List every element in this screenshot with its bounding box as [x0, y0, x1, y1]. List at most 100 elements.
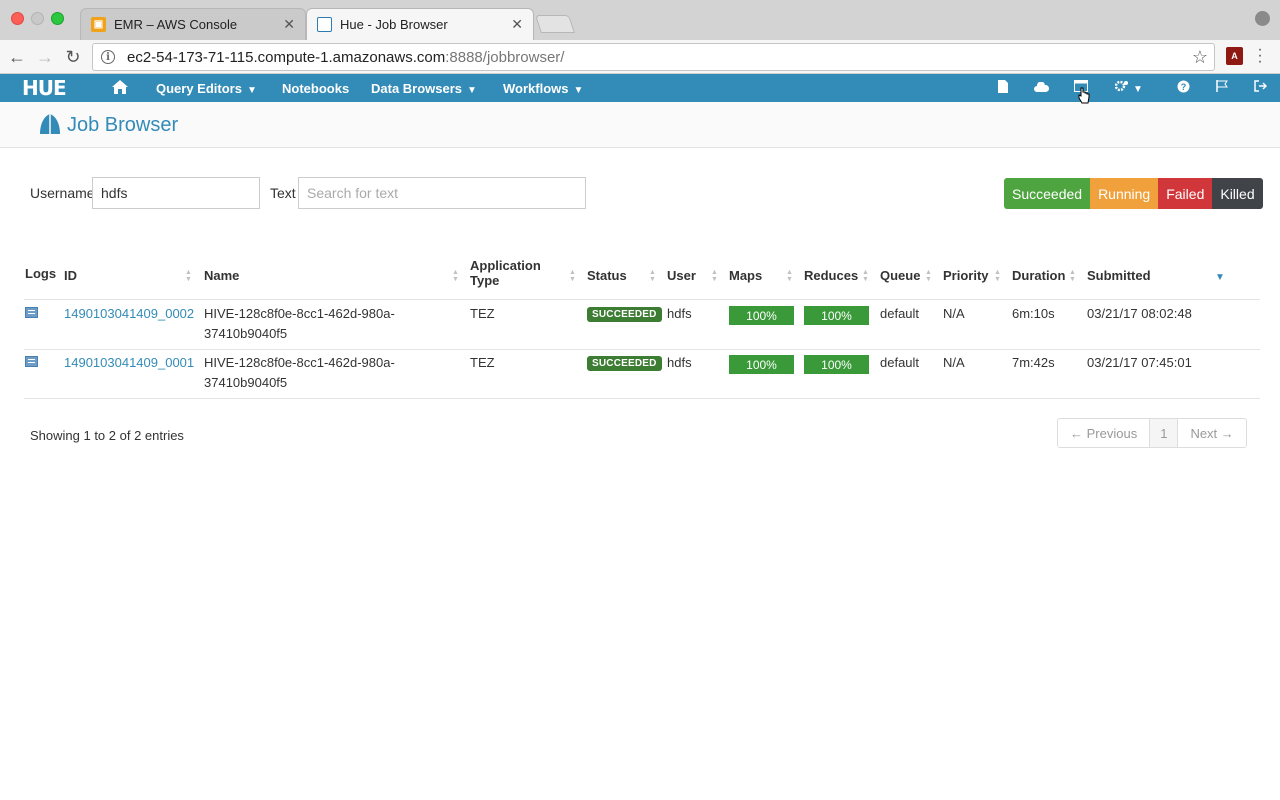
job-submitted: 03/21/17 08:02:48	[1087, 306, 1192, 321]
logout-icon[interactable]	[1252, 80, 1268, 95]
column-header-submitted[interactable]: Submitted	[1087, 268, 1151, 283]
text-search-input[interactable]: Search for text	[298, 177, 586, 209]
page-header: Job Browser	[0, 102, 1280, 148]
filter-succeeded-button[interactable]: Succeeded	[1004, 178, 1091, 209]
chevron-down-icon: ▼	[573, 85, 584, 96]
admin-gears-icon[interactable]: ▼	[1113, 80, 1145, 95]
sort-icon[interactable]: ▲ ▼	[711, 269, 718, 283]
sort-icon[interactable]: ▲ ▼	[185, 269, 192, 283]
username-label: Username	[30, 185, 95, 201]
browser-tab-hue[interactable]: H Hue - Job Browser ✕	[306, 8, 534, 40]
header-line: Type	[470, 273, 500, 288]
file-browser-icon[interactable]	[995, 80, 1011, 96]
minimize-window-button[interactable]	[31, 12, 44, 25]
sort-icon[interactable]: ▲ ▼	[452, 269, 459, 283]
page-number-button[interactable]: 1	[1149, 419, 1178, 447]
column-header-status[interactable]: Status	[587, 268, 627, 283]
next-page-button[interactable]: Next →	[1177, 419, 1246, 447]
maps-progress-bar: 100%	[729, 355, 794, 374]
help-icon[interactable]: ?	[1175, 80, 1191, 96]
column-header-queue[interactable]: Queue	[880, 268, 920, 283]
sort-icon[interactable]: ▲ ▼	[925, 269, 932, 283]
logs-icon[interactable]	[25, 307, 38, 318]
browser-tab-strip: ▣ EMR – AWS Console ✕ H Hue - Job Browse…	[0, 0, 1280, 40]
job-user: hdfs	[667, 306, 692, 321]
menu-data-browsers[interactable]: Data Browsers ▼	[371, 81, 477, 96]
column-header-app-type[interactable]: Application Type	[470, 258, 541, 288]
filter-failed-button[interactable]: Failed	[1158, 178, 1213, 209]
flag-icon[interactable]	[1214, 80, 1230, 95]
job-name: HIVE-128c8f0e-8cc1-462d-980a- 37410b9040f…	[204, 353, 395, 393]
close-tab-icon[interactable]: ✕	[283, 16, 295, 33]
job-id-link[interactable]: 1490103041409_0002	[64, 304, 194, 324]
reload-icon[interactable]: ↻	[62, 46, 84, 68]
search-placeholder: Search for text	[307, 185, 399, 201]
sort-descending-icon[interactable]: ▼	[1215, 272, 1225, 283]
hue-logo-icon: H	[317, 17, 332, 32]
job-name-line: 37410b9040f5	[204, 326, 288, 341]
previous-page-button[interactable]: ← Previous	[1058, 419, 1150, 447]
job-duration: 7m:42s	[1012, 355, 1055, 370]
column-header-reduces[interactable]: Reduces	[804, 268, 858, 283]
bookmark-star-icon[interactable]: ☆	[1192, 47, 1208, 68]
job-id-link[interactable]: 1490103041409_0001	[64, 353, 194, 373]
table-row: 1490103041409_0001 HIVE-128c8f0e-8cc1-46…	[24, 350, 1260, 399]
hue-logo[interactable]: HUE	[22, 78, 67, 98]
header-line: Application	[470, 258, 541, 273]
application-type: TEZ	[470, 306, 495, 321]
menu-query-editors[interactable]: Query Editors ▼	[156, 81, 257, 96]
profile-icon[interactable]	[1255, 11, 1270, 26]
job-browser-logo-icon	[38, 112, 62, 136]
zoom-window-button[interactable]	[51, 12, 64, 25]
url-path: :8888/jobbrowser/	[445, 48, 565, 66]
menu-label: Query Editors	[156, 81, 242, 96]
tab-title: Hue - Job Browser	[340, 17, 448, 32]
job-priority: N/A	[943, 355, 965, 370]
forward-arrow-icon[interactable]: →	[34, 46, 56, 68]
application-type: TEZ	[470, 355, 495, 370]
column-header-priority[interactable]: Priority	[943, 268, 989, 283]
entries-count: Showing 1 to 2 of 2 entries	[30, 428, 184, 443]
column-header-duration[interactable]: Duration	[1012, 268, 1065, 283]
logs-icon[interactable]	[25, 356, 38, 367]
info-icon[interactable]: i	[101, 50, 115, 64]
username-input[interactable]: hdfs	[92, 177, 260, 209]
home-icon[interactable]	[112, 80, 128, 99]
status-badge: SUCCEEDED	[587, 307, 662, 322]
sort-icon[interactable]: ▲ ▼	[862, 269, 869, 283]
sort-icon[interactable]: ▲ ▼	[649, 269, 656, 283]
pdf-extension-icon[interactable]: A	[1226, 47, 1243, 65]
job-name-line: 37410b9040f5	[204, 375, 288, 390]
filter-running-button[interactable]: Running	[1090, 178, 1159, 209]
back-arrow-icon[interactable]: ←	[6, 46, 28, 68]
tab-title: EMR – AWS Console	[114, 17, 238, 32]
job-duration: 6m:10s	[1012, 306, 1055, 321]
column-header-maps[interactable]: Maps	[729, 268, 762, 283]
menu-workflows[interactable]: Workflows ▼	[503, 81, 583, 96]
close-window-button[interactable]	[11, 12, 24, 25]
url-host: ec2-54-173-71-115.compute-1.amazonaws.co…	[127, 48, 446, 66]
job-name: HIVE-128c8f0e-8cc1-462d-980a- 37410b9040f…	[204, 304, 395, 344]
page-title: Job Browser	[67, 114, 179, 136]
new-tab-button[interactable]	[535, 15, 575, 33]
close-tab-icon[interactable]: ✕	[511, 16, 523, 33]
menu-label: Data Browsers	[371, 81, 463, 96]
column-header-logs: Logs	[25, 266, 57, 281]
job-user: hdfs	[667, 355, 692, 370]
browser-tab-emr[interactable]: ▣ EMR – AWS Console ✕	[80, 8, 306, 40]
sort-icon[interactable]: ▲ ▼	[1069, 269, 1076, 283]
sort-icon[interactable]: ▲ ▼	[786, 269, 793, 283]
filter-killed-button[interactable]: Killed	[1212, 178, 1263, 209]
column-header-user[interactable]: User	[667, 268, 696, 283]
browser-menu-icon[interactable]: · · ·	[1256, 42, 1264, 70]
job-queue: default	[880, 355, 920, 370]
column-header-name[interactable]: Name	[204, 268, 239, 283]
address-bar[interactable]: i ec2-54-173-71-115.compute-1.amazonaws.…	[92, 43, 1215, 71]
job-name-line: HIVE-128c8f0e-8cc1-462d-980a-	[204, 355, 395, 370]
cloud-icon[interactable]	[1033, 80, 1049, 95]
sort-icon[interactable]: ▲ ▼	[994, 269, 1001, 283]
menu-notebooks[interactable]: Notebooks	[282, 81, 349, 96]
sort-icon[interactable]: ▲ ▼	[569, 269, 576, 283]
column-header-id[interactable]: ID	[64, 268, 77, 283]
reduces-progress-bar: 100%	[804, 355, 869, 374]
